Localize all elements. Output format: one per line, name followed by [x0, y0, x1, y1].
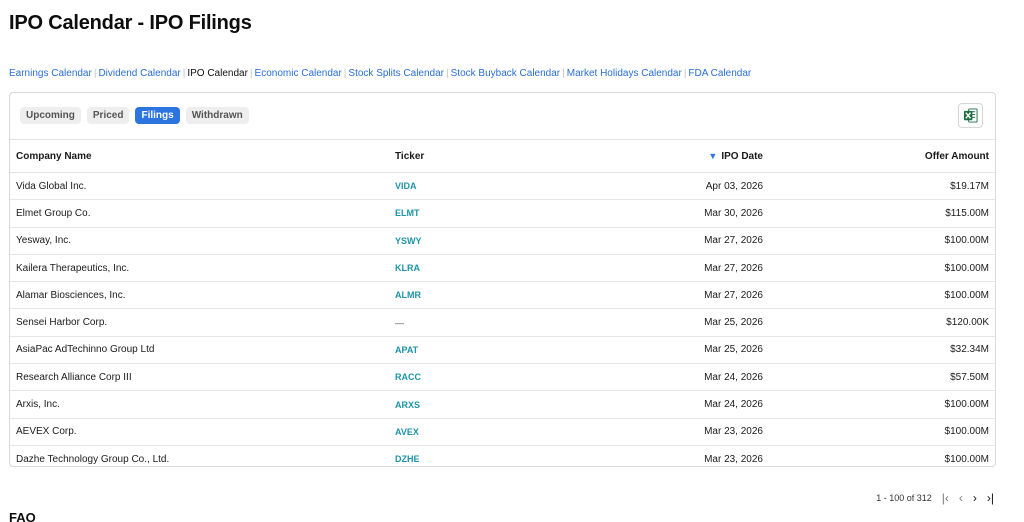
nav-stock-buyback-calendar[interactable]: Stock Buyback Calendar — [451, 68, 561, 79]
ipo-filings-table: Company Name Ticker ▼ IPO Date Offer Amou… — [10, 139, 995, 466]
tab-upcoming[interactable]: Upcoming — [20, 107, 81, 124]
ticker-link[interactable]: APAT — [395, 336, 605, 365]
nav-economic-calendar[interactable]: Economic Calendar — [255, 68, 342, 79]
ticker-link[interactable]: KLRA — [395, 254, 605, 283]
faq-heading: FAQ — [9, 510, 36, 522]
ipo-date-cell: Mar 25, 2026 — [605, 336, 763, 365]
excel-icon — [963, 108, 978, 123]
tab-filings[interactable]: Filings — [135, 107, 180, 124]
status-tabs: Upcoming Priced Filings Withdrawn — [20, 107, 249, 124]
header-ticker[interactable]: Ticker — [395, 139, 605, 173]
ipo-date-cell: Mar 27, 2026 — [605, 254, 763, 283]
nav-stock-splits-calendar[interactable]: Stock Splits Calendar — [348, 68, 444, 79]
table-row: Yesway, Inc. YSWY Mar 27, 2026 $100.00M — [10, 227, 995, 255]
ipo-date-cell: Mar 24, 2026 — [605, 390, 763, 419]
company-name-cell: Vida Global Inc. — [10, 172, 395, 201]
table-row: Elmet Group Co. ELMT Mar 30, 2026 $115.0… — [10, 199, 995, 228]
export-excel-button[interactable] — [958, 103, 983, 128]
company-name-cell: Dazhe Technology Group Co., Ltd. — [10, 445, 395, 466]
nav-fda-calendar[interactable]: FDA Calendar — [688, 68, 751, 79]
table-row: Sensei Harbor Corp. — Mar 25, 2026 $120.… — [10, 308, 995, 337]
ipo-date-cell: Apr 03, 2026 — [605, 172, 763, 201]
company-name-cell: Sensei Harbor Corp. — [10, 308, 395, 337]
ticker-link[interactable]: AVEX — [395, 418, 605, 446]
company-name-cell: Yesway, Inc. — [10, 227, 395, 255]
header-ipo-date-label: IPO Date — [721, 150, 763, 162]
nav-separator: | — [343, 68, 347, 79]
nav-separator: | — [446, 68, 449, 79]
table-row: AsiaPac AdTechinno Group Ltd APAT Mar 25… — [10, 336, 995, 365]
first-page-icon[interactable]: |‹ — [942, 491, 949, 505]
next-page-icon[interactable]: › — [973, 491, 977, 505]
ipo-table-panel: Upcoming Priced Filings Withdrawn Compan… — [9, 92, 996, 467]
table-row: AEVEX Corp. AVEX Mar 23, 2026 $100.00M — [10, 418, 995, 446]
company-name-cell: AEVEX Corp. — [10, 418, 395, 446]
page-title: IPO Calendar - IPO Filings — [9, 12, 252, 34]
offer-amount-cell: $100.00M — [763, 227, 995, 255]
ticker-link[interactable]: VIDA — [395, 172, 605, 201]
ipo-date-cell: Mar 27, 2026 — [605, 227, 763, 255]
offer-amount-cell: $120.00K — [763, 308, 995, 337]
offer-amount-cell: $100.00M — [763, 390, 995, 419]
table-row: Dazhe Technology Group Co., Ltd. DZHE Ma… — [10, 445, 995, 466]
nav-separator: | — [182, 68, 186, 79]
nav-separator: | — [93, 68, 97, 79]
ipo-date-cell: Mar 25, 2026 — [605, 308, 763, 337]
nav-market-holidays-calendar[interactable]: Market Holidays Calendar — [567, 68, 682, 79]
company-name-cell: AsiaPac AdTechinno Group Ltd — [10, 336, 395, 365]
nav-earnings-calendar[interactable]: Earnings Calendar — [9, 68, 92, 79]
table-header-row: Company Name Ticker ▼ IPO Date Offer Amou… — [10, 139, 995, 173]
company-name-cell: Elmet Group Co. — [10, 199, 395, 228]
ticker-cell: — — [395, 308, 605, 337]
ticker-link[interactable]: ELMT — [395, 199, 605, 228]
company-name-cell: Kailera Therapeutics, Inc. — [10, 254, 395, 283]
ipo-date-cell: Mar 23, 2026 — [605, 418, 763, 446]
company-name-cell: Research Alliance Corp III — [10, 363, 395, 392]
offer-amount-cell: $115.00M — [763, 199, 995, 228]
tab-priced[interactable]: Priced — [86, 107, 130, 124]
ticker-link[interactable]: DZHE — [395, 445, 605, 466]
table-row: Alamar Biosciences, Inc. ALMR Mar 27, 20… — [10, 281, 995, 310]
offer-amount-cell: $32.34M — [763, 336, 995, 365]
ticker-link[interactable]: YSWY — [395, 227, 605, 255]
ipo-date-cell: Mar 23, 2026 — [605, 445, 763, 466]
calendar-nav: Earnings Calendar | Dividend Calendar | IP… — [9, 68, 751, 79]
ticker-link[interactable]: RACC — [395, 363, 605, 392]
header-offer-amount[interactable]: Offer Amount — [763, 139, 995, 173]
ipo-date-cell: Mar 30, 2026 — [605, 199, 763, 228]
sort-down-icon: ▼ — [708, 150, 718, 161]
table-row: Vida Global Inc. VIDA Apr 03, 2026 $19.1… — [10, 172, 995, 201]
prev-page-icon[interactable]: ‹ — [959, 491, 963, 505]
offer-amount-cell: $100.00M — [763, 445, 995, 466]
table-row: Research Alliance Corp III RACC Mar 24, … — [10, 363, 995, 392]
ipo-date-cell: Mar 24, 2026 — [605, 363, 763, 392]
nav-dividend-calendar[interactable]: Dividend Calendar — [98, 68, 180, 79]
header-ipo-date[interactable]: ▼ IPO Date — [605, 139, 763, 173]
nav-separator: | — [249, 68, 253, 79]
table-row: Arxis, Inc. ARXS Mar 24, 2026 $100.00M — [10, 390, 995, 419]
offer-amount-cell: $100.00M — [763, 418, 995, 446]
nav-ipo-calendar[interactable]: IPO Calendar — [187, 68, 248, 79]
tab-withdrawn[interactable]: Withdrawn — [185, 107, 249, 124]
last-page-icon[interactable]: ›| — [987, 491, 994, 505]
offer-amount-cell: $57.50M — [763, 363, 995, 392]
table-row: Kailera Therapeutics, Inc. KLRA Mar 27, … — [10, 254, 995, 283]
header-company-name[interactable]: Company Name — [10, 139, 395, 173]
pagination-summary: 1 - 100 of 312 — [876, 493, 932, 503]
offer-amount-cell: $19.17M — [763, 172, 995, 201]
offer-amount-cell: $100.00M — [763, 254, 995, 283]
nav-separator: | — [562, 68, 565, 79]
company-name-cell: Arxis, Inc. — [10, 390, 395, 419]
ticker-link[interactable]: ARXS — [395, 390, 605, 419]
offer-amount-cell: $100.00M — [763, 281, 995, 310]
company-name-cell: Alamar Biosciences, Inc. — [10, 281, 395, 310]
ipo-date-cell: Mar 27, 2026 — [605, 281, 763, 310]
pagination: 1 - 100 of 312 |‹ ‹ › ›| — [876, 491, 994, 505]
nav-separator: | — [683, 68, 687, 79]
ticker-link[interactable]: ALMR — [395, 281, 605, 310]
